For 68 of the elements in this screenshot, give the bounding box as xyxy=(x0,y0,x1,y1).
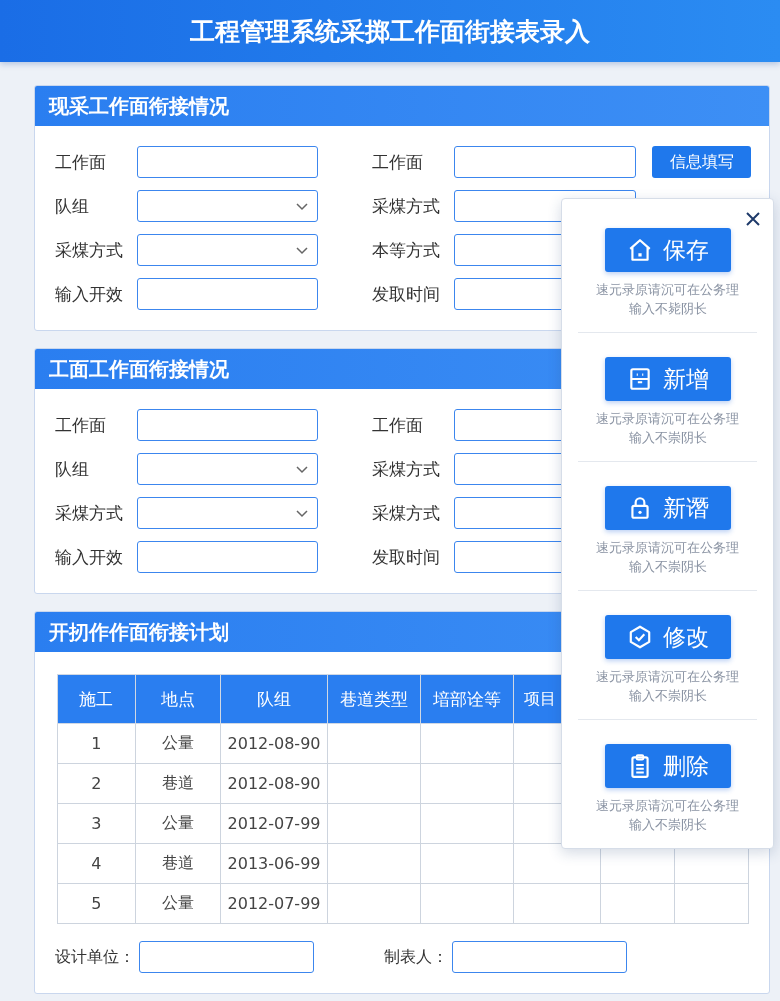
input-field[interactable] xyxy=(137,278,318,310)
field-label: 设计单位： xyxy=(55,946,135,968)
table-cell: 2 xyxy=(57,763,136,804)
field-label: 采煤方式 xyxy=(55,238,124,262)
chevron-icon xyxy=(295,201,309,211)
input-field[interactable] xyxy=(454,146,636,178)
table-cell: 2013-06-99 xyxy=(220,843,328,884)
column-header: 施工 xyxy=(57,674,136,724)
action-button[interactable]: 新谮 xyxy=(604,486,731,530)
field-label: 队组 xyxy=(55,194,90,218)
table-cell: 4 xyxy=(57,843,136,884)
field-label: 本等方式 xyxy=(372,238,441,262)
dropdown[interactable] xyxy=(137,234,318,266)
action-button[interactable]: 修改 xyxy=(604,615,731,659)
hint-text: 速元录原请沉可在公务理 输入不崇阴长 xyxy=(596,539,739,576)
section-title: 工面工作面衔接情况 xyxy=(49,355,229,383)
input-field[interactable] xyxy=(137,541,318,573)
input-field[interactable] xyxy=(139,941,314,973)
chevron-icon xyxy=(295,245,309,255)
table-cell: 2012-08-90 xyxy=(220,763,328,804)
field-label: 输入开效 xyxy=(55,545,124,569)
column-header: 队组 xyxy=(220,674,328,724)
section-title: 现采工作面衔接情况 xyxy=(49,92,229,120)
dropdown[interactable] xyxy=(137,453,318,485)
table-cell: 2012-07-99 xyxy=(220,803,328,844)
table-cell: 3 xyxy=(57,803,136,844)
table-cell: 公量 xyxy=(135,803,221,844)
table-cell: 1 xyxy=(57,723,136,764)
action-button[interactable]: 删除 xyxy=(604,744,731,788)
field-label: 采煤方式 xyxy=(372,457,441,481)
chevron-icon xyxy=(295,508,309,518)
field-label: 制表人： xyxy=(384,946,448,968)
field-label: 发取时间 xyxy=(372,545,441,569)
field-label: 工作面 xyxy=(372,150,424,174)
field-label: 工作面 xyxy=(55,150,107,174)
action-button[interactable]: 新增 xyxy=(604,357,731,401)
page-title: 工程管理系统采掷工作面街接表录入 xyxy=(190,15,590,48)
input-field[interactable] xyxy=(452,941,627,973)
table-cell: 巷道 xyxy=(135,763,221,804)
field-label: 工作面 xyxy=(55,413,107,437)
table-cell: 巷道 xyxy=(135,843,221,884)
close-icon[interactable] xyxy=(745,211,761,227)
column-header: 地点 xyxy=(135,674,221,724)
hint-text: 速元录原请沉可在公务理 输入不崇阴长 xyxy=(596,797,739,834)
table-cell: 公量 xyxy=(135,723,221,764)
field-label: 采煤方式 xyxy=(372,501,441,525)
hint-text: 速元录原请沉可在公务理 输入不毙阴长 xyxy=(596,281,739,318)
table-cell: 2012-07-99 xyxy=(220,883,328,924)
field-label: 工作面 xyxy=(372,413,424,437)
dropdown[interactable] xyxy=(137,497,318,529)
field-label: 发取时间 xyxy=(372,282,441,306)
field-label: 输入开效 xyxy=(55,282,124,306)
dropdown[interactable] xyxy=(137,190,318,222)
table-cell: 5 xyxy=(57,883,136,924)
chevron-icon xyxy=(295,464,309,474)
hint-text: 速元录原请沉可在公务理 输入不崇阴长 xyxy=(596,410,739,447)
column-header: 堷部诠等 xyxy=(420,674,514,724)
input-field[interactable] xyxy=(137,409,318,441)
field-label: 采煤方式 xyxy=(372,194,441,218)
table-cell: 公量 xyxy=(135,883,221,924)
field-label: 采煤方式 xyxy=(55,501,124,525)
input-field[interactable] xyxy=(137,146,318,178)
action-button[interactable]: 保存 xyxy=(604,228,731,272)
fill-info-button[interactable]: 信息填写 xyxy=(652,146,751,178)
field-label: 队组 xyxy=(55,457,90,481)
column-header: 巷道类型 xyxy=(327,674,421,724)
table-cell: 2012-08-90 xyxy=(220,723,328,764)
section-title: 开扨作作面衔接计划 xyxy=(49,618,229,646)
